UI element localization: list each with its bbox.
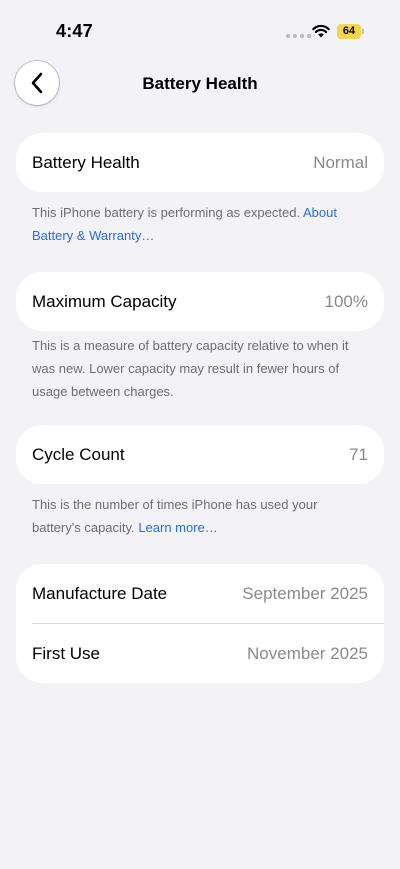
first-use-row: First Use November 2025 (16, 624, 384, 683)
status-time: 4:47 (56, 21, 93, 41)
manufacture-date-label: Manufacture Date (32, 583, 168, 603)
cycle-count-footnote: This is the number of times iPhone has u… (32, 493, 368, 539)
battery-health-card: Battery Health Normal (16, 133, 384, 192)
battery-health-footnote: This iPhone battery is performing as exp… (32, 201, 368, 247)
battery-level: 64 (337, 24, 361, 39)
maximum-capacity-card: Maximum Capacity 100% (16, 272, 384, 331)
wifi-icon (312, 24, 330, 38)
manufacture-date-value: September 2025 (242, 583, 368, 603)
battery-health-footnote-text: This iPhone battery is performing as exp… (32, 205, 301, 220)
battery-health-label: Battery Health (32, 152, 140, 172)
maximum-capacity-footnote: This is a measure of battery capacity re… (32, 334, 368, 403)
maximum-capacity-label: Maximum Capacity (32, 291, 177, 311)
maximum-capacity-row: Maximum Capacity 100% (16, 272, 384, 331)
learn-more-link[interactable]: Learn more… (138, 520, 217, 535)
cellular-signal-icon (286, 34, 311, 38)
maximum-capacity-footnote-text: This is a measure of battery capacity re… (32, 338, 349, 399)
first-use-label: First Use (32, 643, 100, 663)
dates-card: Manufacture Date September 2025 First Us… (16, 564, 384, 683)
battery-health-row: Battery Health Normal (16, 133, 384, 192)
maximum-capacity-value: 100% (324, 291, 368, 311)
battery-health-value: Normal (313, 152, 368, 172)
cycle-count-value: 71 (349, 444, 368, 464)
first-use-value: November 2025 (247, 643, 368, 663)
cycle-count-label: Cycle Count (32, 444, 125, 464)
cycle-count-row: Cycle Count 71 (16, 425, 384, 484)
manufacture-date-row: Manufacture Date September 2025 (16, 564, 384, 623)
battery-icon: 64 (337, 24, 365, 39)
status-bar: 4:47 64 (0, 0, 400, 60)
cycle-count-card: Cycle Count 71 (16, 425, 384, 484)
page-title: Battery Health (142, 74, 258, 93)
